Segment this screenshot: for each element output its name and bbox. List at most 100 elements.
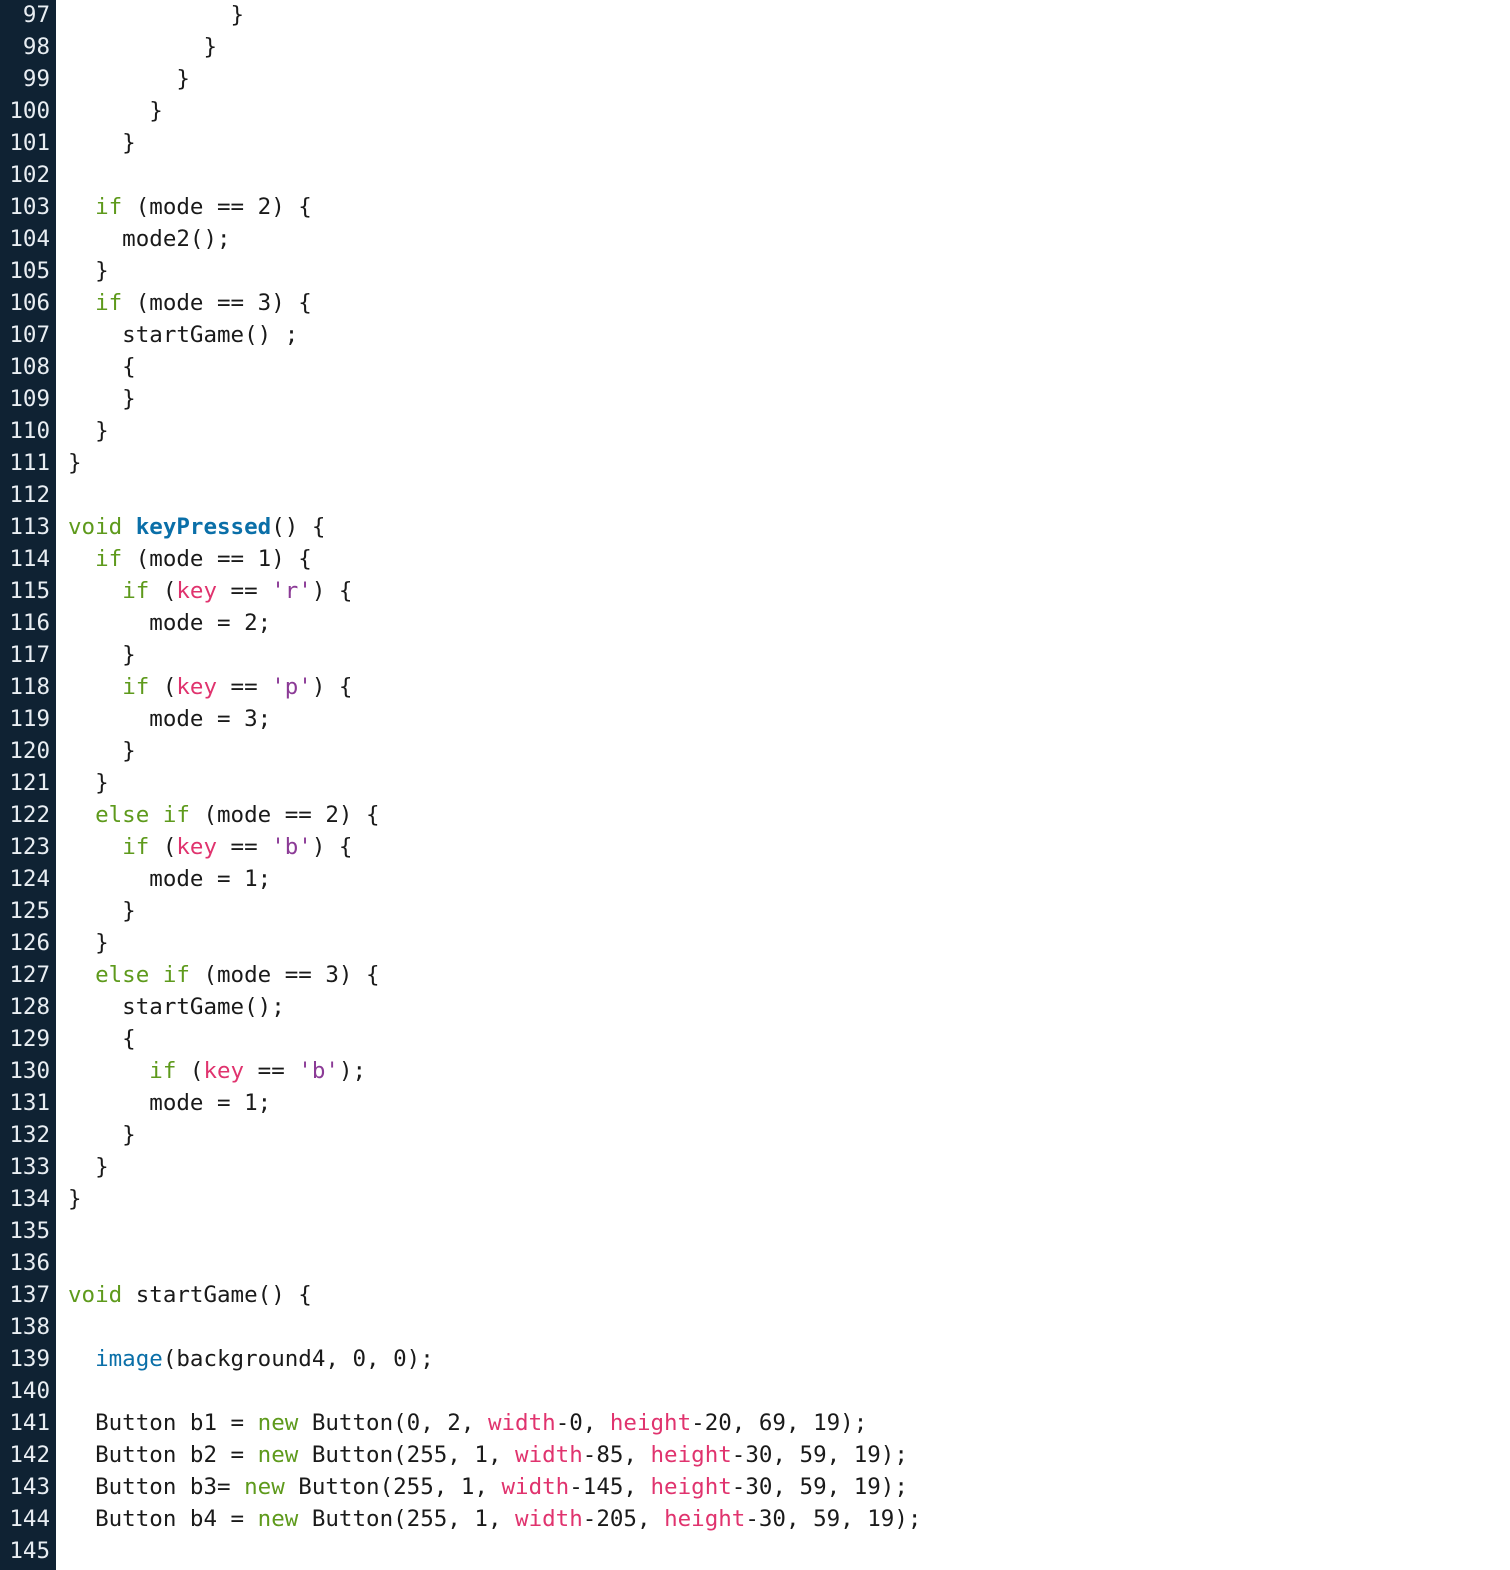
line-number: 109: [9, 386, 50, 412]
code-lines[interactable]: } } } } } ​ if (mode == 2) { mode2(); } i…: [56, 0, 1510, 1567]
code-line[interactable]: image(background4, 0, 0);: [68, 1343, 1510, 1375]
code-line[interactable]: Button b3= new Button(255, 1, width-145,…: [68, 1471, 1510, 1503]
code-line[interactable]: if (key == 'r') {: [68, 575, 1510, 607]
code-line[interactable]: startGame() ;: [68, 319, 1510, 351]
code-line[interactable]: {: [68, 351, 1510, 383]
text-token: ==: [217, 834, 272, 860]
text-token: }: [68, 418, 109, 444]
line-number-gutter: 97 98 99 100 101 102 103 104 105 106 107 108 109 110 1…: [0, 0, 56, 1570]
text-token: () {: [271, 514, 326, 540]
code-line[interactable]: }: [68, 0, 1510, 31]
code-line[interactable]: }: [68, 383, 1510, 415]
code-line[interactable]: ​: [68, 1375, 1510, 1407]
line-number: 110: [9, 418, 50, 444]
code-line[interactable]: else if (mode == 2) {: [68, 799, 1510, 831]
code-line[interactable]: ​: [68, 479, 1510, 511]
text-token: (: [149, 834, 177, 860]
code-line[interactable]: else if (mode == 3) {: [68, 959, 1510, 991]
line-number: 113: [9, 514, 50, 540]
line-number: 138: [9, 1314, 50, 1340]
code-line[interactable]: mode = 1;: [68, 1087, 1510, 1119]
text-token: (background4, 0, 0);: [162, 1346, 434, 1372]
string-token: 'b': [271, 834, 312, 860]
code-line[interactable]: Button b1 = new Button(0, 2, width-0, he…: [68, 1407, 1510, 1439]
keyword-token: else if: [95, 962, 190, 988]
code-line[interactable]: }: [68, 447, 1510, 479]
keyword-token: new: [257, 1442, 299, 1468]
variable-token: key: [176, 834, 218, 860]
code-line[interactable]: ​: [68, 1247, 1510, 1279]
code-editor[interactable]: 97 98 99 100 101 102 103 104 105 106 107 108 109 110 1…: [0, 0, 1510, 1570]
text-token: Button(255, 1,: [298, 1442, 516, 1468]
text-token: (mode == 2) {: [122, 194, 312, 220]
line-number: 140: [9, 1378, 50, 1404]
code-line[interactable]: }: [68, 735, 1510, 767]
code-line[interactable]: mode = 1;: [68, 863, 1510, 895]
text-token: }: [68, 1154, 109, 1180]
text-token: (: [149, 674, 177, 700]
text-token: }: [68, 642, 136, 668]
code-line[interactable]: }: [68, 767, 1510, 799]
text-token: }: [68, 258, 109, 284]
line-number: 102: [9, 162, 50, 188]
code-line[interactable]: void keyPressed() {: [68, 511, 1510, 543]
code-line[interactable]: }: [68, 127, 1510, 159]
text-token: -205,: [582, 1506, 665, 1532]
keyword-token: new: [244, 1474, 285, 1500]
code-line[interactable]: if (key == 'b');: [68, 1055, 1510, 1087]
code-line[interactable]: mode = 2;: [68, 607, 1510, 639]
string-token: 'p': [271, 674, 312, 700]
variable-token: height: [664, 1506, 746, 1532]
line-number: 99: [22, 66, 50, 92]
text-token: Button b1 =: [68, 1410, 258, 1436]
text-token: (mode == 1) {: [122, 546, 312, 572]
code-line[interactable]: }: [68, 63, 1510, 95]
code-line[interactable]: }: [68, 415, 1510, 447]
line-number: 125: [9, 898, 50, 924]
text-token: Button b4 =: [68, 1506, 258, 1532]
code-line[interactable]: if (key == 'b') {: [68, 831, 1510, 863]
code-line[interactable]: ​: [68, 1311, 1510, 1343]
keyword-token: new: [257, 1410, 299, 1436]
code-line[interactable]: {: [68, 1023, 1510, 1055]
code-line[interactable]: }: [68, 1151, 1510, 1183]
line-number: 141: [9, 1410, 50, 1436]
code-line[interactable]: Button b2 = new Button(255, 1, width-85,…: [68, 1439, 1510, 1471]
code-line[interactable]: if (mode == 3) {: [68, 287, 1510, 319]
code-line[interactable]: if (mode == 1) {: [68, 543, 1510, 575]
text-token: startGame();: [68, 994, 285, 1020]
code-line[interactable]: }: [68, 895, 1510, 927]
code-area[interactable]: } } } } } ​ if (mode == 2) { mode2(); } i…: [56, 0, 1510, 1570]
text-token: }: [68, 386, 136, 412]
code-line[interactable]: Button b4 = new Button(255, 1, width-205…: [68, 1503, 1510, 1535]
code-line[interactable]: }: [68, 639, 1510, 671]
code-line[interactable]: ​: [68, 159, 1510, 191]
code-line[interactable]: }: [68, 1183, 1510, 1215]
keyword-token: void: [68, 514, 123, 540]
code-line[interactable]: startGame();: [68, 991, 1510, 1023]
code-line[interactable]: if (key == 'p') {: [68, 671, 1510, 703]
code-line[interactable]: void startGame() {: [68, 1279, 1510, 1311]
code-line[interactable]: }: [68, 31, 1510, 63]
text-token: }: [68, 1186, 82, 1212]
code-line[interactable]: mode = 3;: [68, 703, 1510, 735]
code-line[interactable]: }: [68, 255, 1510, 287]
code-line[interactable]: ​: [68, 1215, 1510, 1247]
code-line[interactable]: if (mode == 2) {: [68, 191, 1510, 223]
code-line[interactable]: }: [68, 95, 1510, 127]
variable-token: height: [609, 1410, 692, 1436]
keyword-token: if: [149, 1058, 177, 1084]
code-line[interactable]: mode2();: [68, 223, 1510, 255]
text-token: -0,: [555, 1410, 610, 1436]
line-number: 126: [9, 930, 50, 956]
code-line[interactable]: ​: [68, 1535, 1510, 1567]
text-token: );: [338, 1058, 367, 1084]
code-line[interactable]: }: [68, 927, 1510, 959]
keyword-token: if: [122, 578, 150, 604]
line-number: 103: [9, 194, 50, 220]
text-token: }: [68, 738, 136, 764]
code-line[interactable]: }: [68, 1119, 1510, 1151]
